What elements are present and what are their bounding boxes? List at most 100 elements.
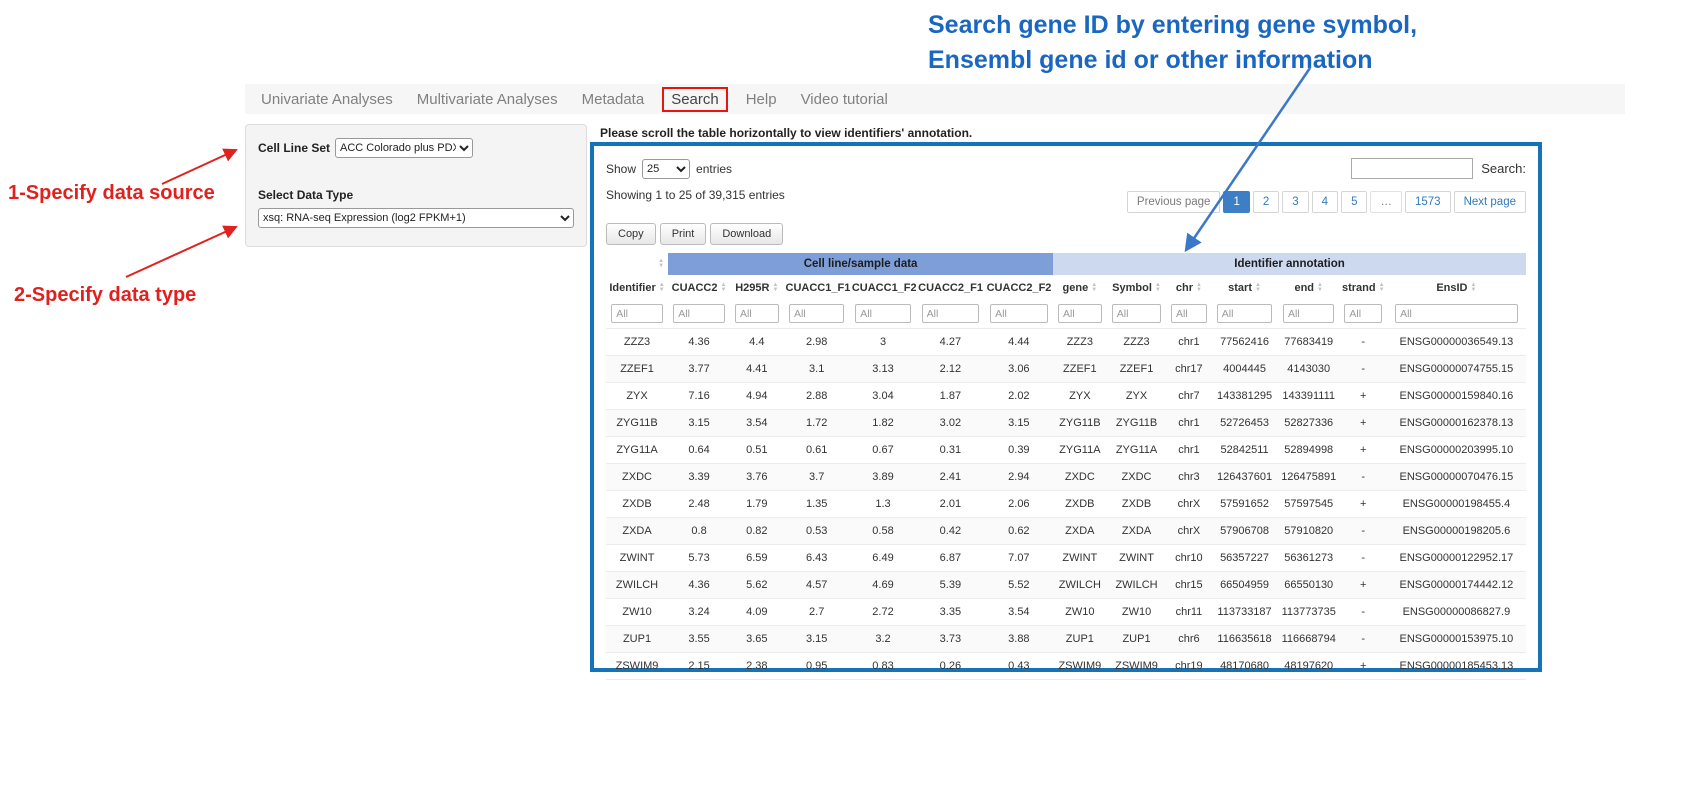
download-button[interactable]: Download — [710, 223, 783, 245]
cell-chr: chr3 — [1166, 464, 1211, 491]
sort-icon[interactable]: ▲▼ — [1155, 283, 1161, 293]
nav-item-video-tutorial[interactable]: Video tutorial — [789, 87, 900, 112]
column-header-gene[interactable]: gene▲▼ — [1053, 275, 1106, 301]
filter-input-symbol[interactable] — [1112, 304, 1162, 323]
page-length-select[interactable]: 25 — [642, 159, 690, 179]
sort-icon[interactable]: ▲▼ — [1196, 283, 1202, 293]
page-button-1[interactable]: 1 — [1223, 191, 1249, 213]
column-header-identifier[interactable]: Identifier▲▼ — [606, 275, 668, 301]
nav-item-help[interactable]: Help — [734, 87, 789, 112]
filter-cell-h295r — [730, 301, 783, 329]
cell-h295r: 3.76 — [730, 464, 783, 491]
data-type-select[interactable]: xsq: RNA-seq Expression (log2 FPKM+1) — [258, 208, 574, 228]
entries-label: entries — [696, 162, 732, 176]
cell-cuacc2-f2: 2.02 — [985, 383, 1054, 410]
nav-item-univariate-analyses[interactable]: Univariate Analyses — [249, 87, 405, 112]
column-header-cuacc2-f2[interactable]: CUACC2_F2▲▼ — [985, 275, 1054, 301]
cell-cuacc1-f2: 3.2 — [850, 626, 916, 653]
page-button-2[interactable]: 2 — [1253, 191, 1279, 213]
sort-icon[interactable]: ▲▼ — [1317, 283, 1323, 293]
column-header-cuacc1-f1[interactable]: CUACC1_F1▲▼ — [784, 275, 850, 301]
cell-ensid: ENSG00000122952.17 — [1387, 545, 1526, 572]
cell-chr: chr1 — [1166, 329, 1211, 356]
page-button-4[interactable]: 4 — [1312, 191, 1338, 213]
cell-gene: ZW10 — [1053, 599, 1106, 626]
sort-icon[interactable]: ▲▼ — [658, 259, 664, 269]
filter-input-cuacc2-f1[interactable] — [922, 304, 979, 323]
table-row: ZZZ34.364.42.9834.274.44ZZZ3ZZZ3chr17756… — [606, 329, 1526, 356]
cell-cuacc2-f2: 7.07 — [985, 545, 1054, 572]
sort-icon[interactable]: ▲▼ — [659, 283, 665, 293]
page-button-3[interactable]: 3 — [1282, 191, 1308, 213]
cell-h295r: 0.82 — [730, 518, 783, 545]
cell-cuacc2-f1: 0.26 — [916, 653, 984, 680]
filter-input-strand[interactable] — [1344, 304, 1382, 323]
nav-item-multivariate-analyses[interactable]: Multivariate Analyses — [405, 87, 570, 112]
filter-input-cuacc2[interactable] — [673, 304, 725, 323]
filter-input-end[interactable] — [1283, 304, 1335, 323]
column-header-cuacc1-f2[interactable]: CUACC1_F2▲▼ — [850, 275, 916, 301]
filter-input-h295r[interactable] — [735, 304, 779, 323]
cell-h295r: 1.79 — [730, 491, 783, 518]
nav-item-search[interactable]: Search — [662, 87, 728, 112]
cell-line-set-select[interactable]: ACC Colorado plus PDX — [335, 138, 473, 158]
column-header-h295r[interactable]: H295R▲▼ — [730, 275, 783, 301]
cell-strand: - — [1340, 518, 1387, 545]
copy-button[interactable]: Copy — [606, 223, 656, 245]
filter-input-cuacc1-f2[interactable] — [855, 304, 910, 323]
column-label-cuacc1-f2: CUACC1_F2 — [852, 282, 916, 294]
filter-input-identifier[interactable] — [611, 304, 663, 323]
page-button-5[interactable]: 5 — [1341, 191, 1367, 213]
cell-h295r: 5.62 — [730, 572, 783, 599]
cell-end: 113773735 — [1278, 599, 1340, 626]
column-header-chr[interactable]: chr▲▼ — [1166, 275, 1211, 301]
filter-cell-cuacc1-f1 — [784, 301, 850, 329]
cell-cuacc1-f2: 4.69 — [850, 572, 916, 599]
export-buttons: CopyPrintDownload — [606, 223, 1526, 245]
next-page-button[interactable]: Next page — [1454, 191, 1526, 213]
column-header-end[interactable]: end▲▼ — [1278, 275, 1340, 301]
filter-input-gene[interactable] — [1058, 304, 1102, 323]
nav-item-metadata[interactable]: Metadata — [570, 87, 657, 112]
cell-ensid: ENSG00000036549.13 — [1387, 329, 1526, 356]
filter-input-ensid[interactable] — [1395, 304, 1518, 323]
cell-cuacc1-f1: 2.7 — [784, 599, 850, 626]
filter-cell-chr — [1166, 301, 1211, 329]
print-button[interactable]: Print — [660, 223, 707, 245]
column-header-cuacc2[interactable]: CUACC2▲▼ — [668, 275, 730, 301]
cell-cuacc1-f1: 3.7 — [784, 464, 850, 491]
sort-icon[interactable]: ▲▼ — [1471, 283, 1477, 293]
search-input[interactable] — [1351, 158, 1473, 179]
cell-start: 116635618 — [1211, 626, 1277, 653]
page-button-1573[interactable]: 1573 — [1405, 191, 1451, 213]
cell-strand: - — [1340, 545, 1387, 572]
sort-icon[interactable]: ▲▼ — [1255, 283, 1261, 293]
cell-start: 66504959 — [1211, 572, 1277, 599]
column-header-start[interactable]: start▲▼ — [1211, 275, 1277, 301]
cell-chr: chr10 — [1166, 545, 1211, 572]
column-header-strand[interactable]: strand▲▼ — [1340, 275, 1387, 301]
sort-icon[interactable]: ▲▼ — [1091, 283, 1097, 293]
cell-symbol: ZZEF1 — [1107, 356, 1167, 383]
cell-cuacc1-f1: 0.53 — [784, 518, 850, 545]
cell-gene: ZWINT — [1053, 545, 1106, 572]
previous-page-button[interactable]: Previous page — [1127, 191, 1221, 213]
nav-bar-items: Univariate AnalysesMultivariate Analyses… — [249, 87, 900, 112]
column-header-symbol[interactable]: Symbol▲▼ — [1107, 275, 1167, 301]
sort-icon[interactable]: ▲▼ — [720, 283, 726, 293]
cell-identifier: ZXDB — [606, 491, 668, 518]
cell-cuacc2: 3.24 — [668, 599, 730, 626]
filter-input-chr[interactable] — [1171, 304, 1207, 323]
annotation-search-note: Search gene ID by entering gene symbol, … — [928, 8, 1488, 78]
column-header-cuacc2-f1[interactable]: CUACC2_F1▲▼ — [916, 275, 984, 301]
column-header-ensid[interactable]: EnsID▲▼ — [1387, 275, 1526, 301]
cell-start: 77562416 — [1211, 329, 1277, 356]
sort-icon[interactable]: ▲▼ — [772, 283, 778, 293]
cell-ensid: ENSG00000153975.10 — [1387, 626, 1526, 653]
filter-input-cuacc1-f1[interactable] — [789, 304, 844, 323]
identifier-group-spacer: ▲▼ — [606, 253, 668, 275]
sort-icon[interactable]: ▲▼ — [1379, 283, 1385, 293]
cell-identifier: ZZEF1 — [606, 356, 668, 383]
filter-input-start[interactable] — [1217, 304, 1272, 323]
filter-input-cuacc2-f2[interactable] — [990, 304, 1048, 323]
